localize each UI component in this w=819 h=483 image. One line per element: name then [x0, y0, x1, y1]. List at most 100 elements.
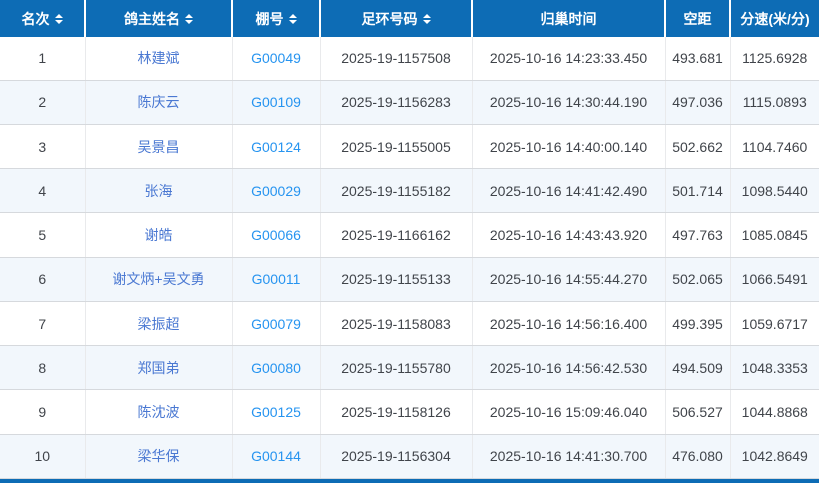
loft-link[interactable]: G00144: [251, 448, 301, 464]
distance-cell: 501.714: [665, 169, 730, 213]
owner-link[interactable]: 梁华保: [138, 448, 180, 464]
rank-cell: 8: [0, 346, 85, 390]
speed-cell: 1104.7460: [730, 124, 819, 168]
time-cell: 2025-10-16 14:55:44.270: [472, 257, 665, 301]
column-header-speed-label: 分速(米/分): [740, 9, 809, 29]
ring-cell: 2025-19-1156304: [320, 434, 472, 478]
owner-cell: 陈庆云: [85, 80, 232, 124]
rank-cell: 2: [0, 80, 85, 124]
rank-cell: 7: [0, 301, 85, 345]
distance-cell: 499.395: [665, 301, 730, 345]
distance-cell: 506.527: [665, 390, 730, 434]
time-cell: 2025-10-16 14:41:30.700: [472, 434, 665, 478]
result-row: 2 陈庆云 G00109 2025-19-1156283 2025-10-16 …: [0, 80, 819, 124]
loft-link[interactable]: G00049: [251, 50, 301, 66]
ring-cell: 2025-19-1156283: [320, 80, 472, 124]
result-row: 1 林建斌 G00049 2025-19-1157508 2025-10-16 …: [0, 37, 819, 80]
owner-link[interactable]: 陈庆云: [138, 94, 180, 110]
owner-link[interactable]: 陈沈波: [138, 404, 180, 420]
owner-link[interactable]: 谢文炳+吴文勇: [112, 271, 204, 287]
ring-cell: 2025-19-1155780: [320, 346, 472, 390]
loft-cell: G00066: [232, 213, 320, 257]
result-row: 3 吴景昌 G00124 2025-19-1155005 2025-10-16 …: [0, 124, 819, 168]
loft-cell: G00049: [232, 37, 320, 80]
column-header-distance-label: 空距: [684, 9, 712, 29]
sort-icon: [289, 14, 297, 24]
owner-link[interactable]: 林建斌: [138, 50, 180, 66]
owner-cell: 梁华保: [85, 434, 232, 478]
loft-cell: G00079: [232, 301, 320, 345]
speed-cell: 1125.6928: [730, 37, 819, 80]
ring-cell: 2025-19-1158126: [320, 390, 472, 434]
speed-cell: 1044.8868: [730, 390, 819, 434]
ring-cell: 2025-19-1155182: [320, 169, 472, 213]
speed-cell: 1085.0845: [730, 213, 819, 257]
loft-link[interactable]: G00066: [251, 227, 301, 243]
owner-link[interactable]: 谢皓: [145, 227, 173, 243]
loft-link[interactable]: G00079: [251, 316, 301, 332]
speed-cell: 1098.5440: [730, 169, 819, 213]
column-header-speed: 分速(米/分): [730, 0, 819, 37]
owner-link[interactable]: 吴景昌: [138, 139, 180, 155]
time-cell: 2025-10-16 14:41:42.490: [472, 169, 665, 213]
column-header-ring[interactable]: 足环号码: [320, 0, 472, 37]
column-header-time-label: 归巢时间: [541, 9, 597, 29]
rank-cell: 5: [0, 213, 85, 257]
loft-cell: G00124: [232, 124, 320, 168]
ring-cell: 2025-19-1166162: [320, 213, 472, 257]
header-row: 名次 鸽主姓名 棚号: [0, 0, 819, 37]
ring-cell: 2025-19-1155005: [320, 124, 472, 168]
owner-cell: 张海: [85, 169, 232, 213]
sort-icon: [185, 14, 193, 24]
column-header-loft[interactable]: 棚号: [232, 0, 320, 37]
speed-cell: 1042.8649: [730, 434, 819, 478]
time-cell: 2025-10-16 14:56:42.530: [472, 346, 665, 390]
ring-cell: 2025-19-1158083: [320, 301, 472, 345]
owner-link[interactable]: 张海: [145, 183, 173, 199]
rank-cell: 9: [0, 390, 85, 434]
owner-cell: 林建斌: [85, 37, 232, 80]
bottom-blue-bar: [0, 479, 819, 483]
distance-cell: 494.509: [665, 346, 730, 390]
owner-cell: 谢皓: [85, 213, 232, 257]
loft-link[interactable]: G00124: [251, 139, 301, 155]
time-cell: 2025-10-16 14:56:16.400: [472, 301, 665, 345]
column-header-distance: 空距: [665, 0, 730, 37]
result-row: 5 谢皓 G00066 2025-19-1166162 2025-10-16 1…: [0, 213, 819, 257]
result-row: 7 梁振超 G00079 2025-19-1158083 2025-10-16 …: [0, 301, 819, 345]
result-row: 6 谢文炳+吴文勇 G00011 2025-19-1155133 2025-10…: [0, 257, 819, 301]
distance-cell: 497.036: [665, 80, 730, 124]
distance-cell: 497.763: [665, 213, 730, 257]
rank-cell: 3: [0, 124, 85, 168]
result-row: 8 郑国弟 G00080 2025-19-1155780 2025-10-16 …: [0, 346, 819, 390]
loft-cell: G00080: [232, 346, 320, 390]
loft-link[interactable]: G00080: [251, 360, 301, 376]
owner-link[interactable]: 郑国弟: [138, 360, 180, 376]
loft-link[interactable]: G00029: [251, 183, 301, 199]
column-header-ring-label: 足环号码: [362, 9, 418, 29]
column-header-rank[interactable]: 名次: [0, 0, 85, 37]
loft-link[interactable]: G00011: [252, 271, 301, 287]
column-header-owner[interactable]: 鸽主姓名: [85, 0, 232, 37]
column-header-loft-label: 棚号: [256, 9, 284, 29]
time-cell: 2025-10-16 14:40:00.140: [472, 124, 665, 168]
rank-cell: 4: [0, 169, 85, 213]
owner-link[interactable]: 梁振超: [138, 316, 180, 332]
distance-cell: 502.065: [665, 257, 730, 301]
column-header-rank-label: 名次: [22, 9, 50, 29]
loft-link[interactable]: G00109: [251, 94, 301, 110]
sort-icon: [423, 14, 431, 24]
loft-link[interactable]: G00125: [251, 404, 301, 420]
rank-cell: 1: [0, 37, 85, 80]
ring-cell: 2025-19-1155133: [320, 257, 472, 301]
time-cell: 2025-10-16 15:09:46.040: [472, 390, 665, 434]
results-header: 名次 鸽主姓名 棚号: [0, 0, 819, 37]
result-row: 9 陈沈波 G00125 2025-19-1158126 2025-10-16 …: [0, 390, 819, 434]
result-row: 10 梁华保 G00144 2025-19-1156304 2025-10-16…: [0, 434, 819, 478]
speed-cell: 1066.5491: [730, 257, 819, 301]
owner-cell: 谢文炳+吴文勇: [85, 257, 232, 301]
loft-cell: G00029: [232, 169, 320, 213]
column-header-time: 归巢时间: [472, 0, 665, 37]
speed-cell: 1048.3353: [730, 346, 819, 390]
ring-cell: 2025-19-1157508: [320, 37, 472, 80]
